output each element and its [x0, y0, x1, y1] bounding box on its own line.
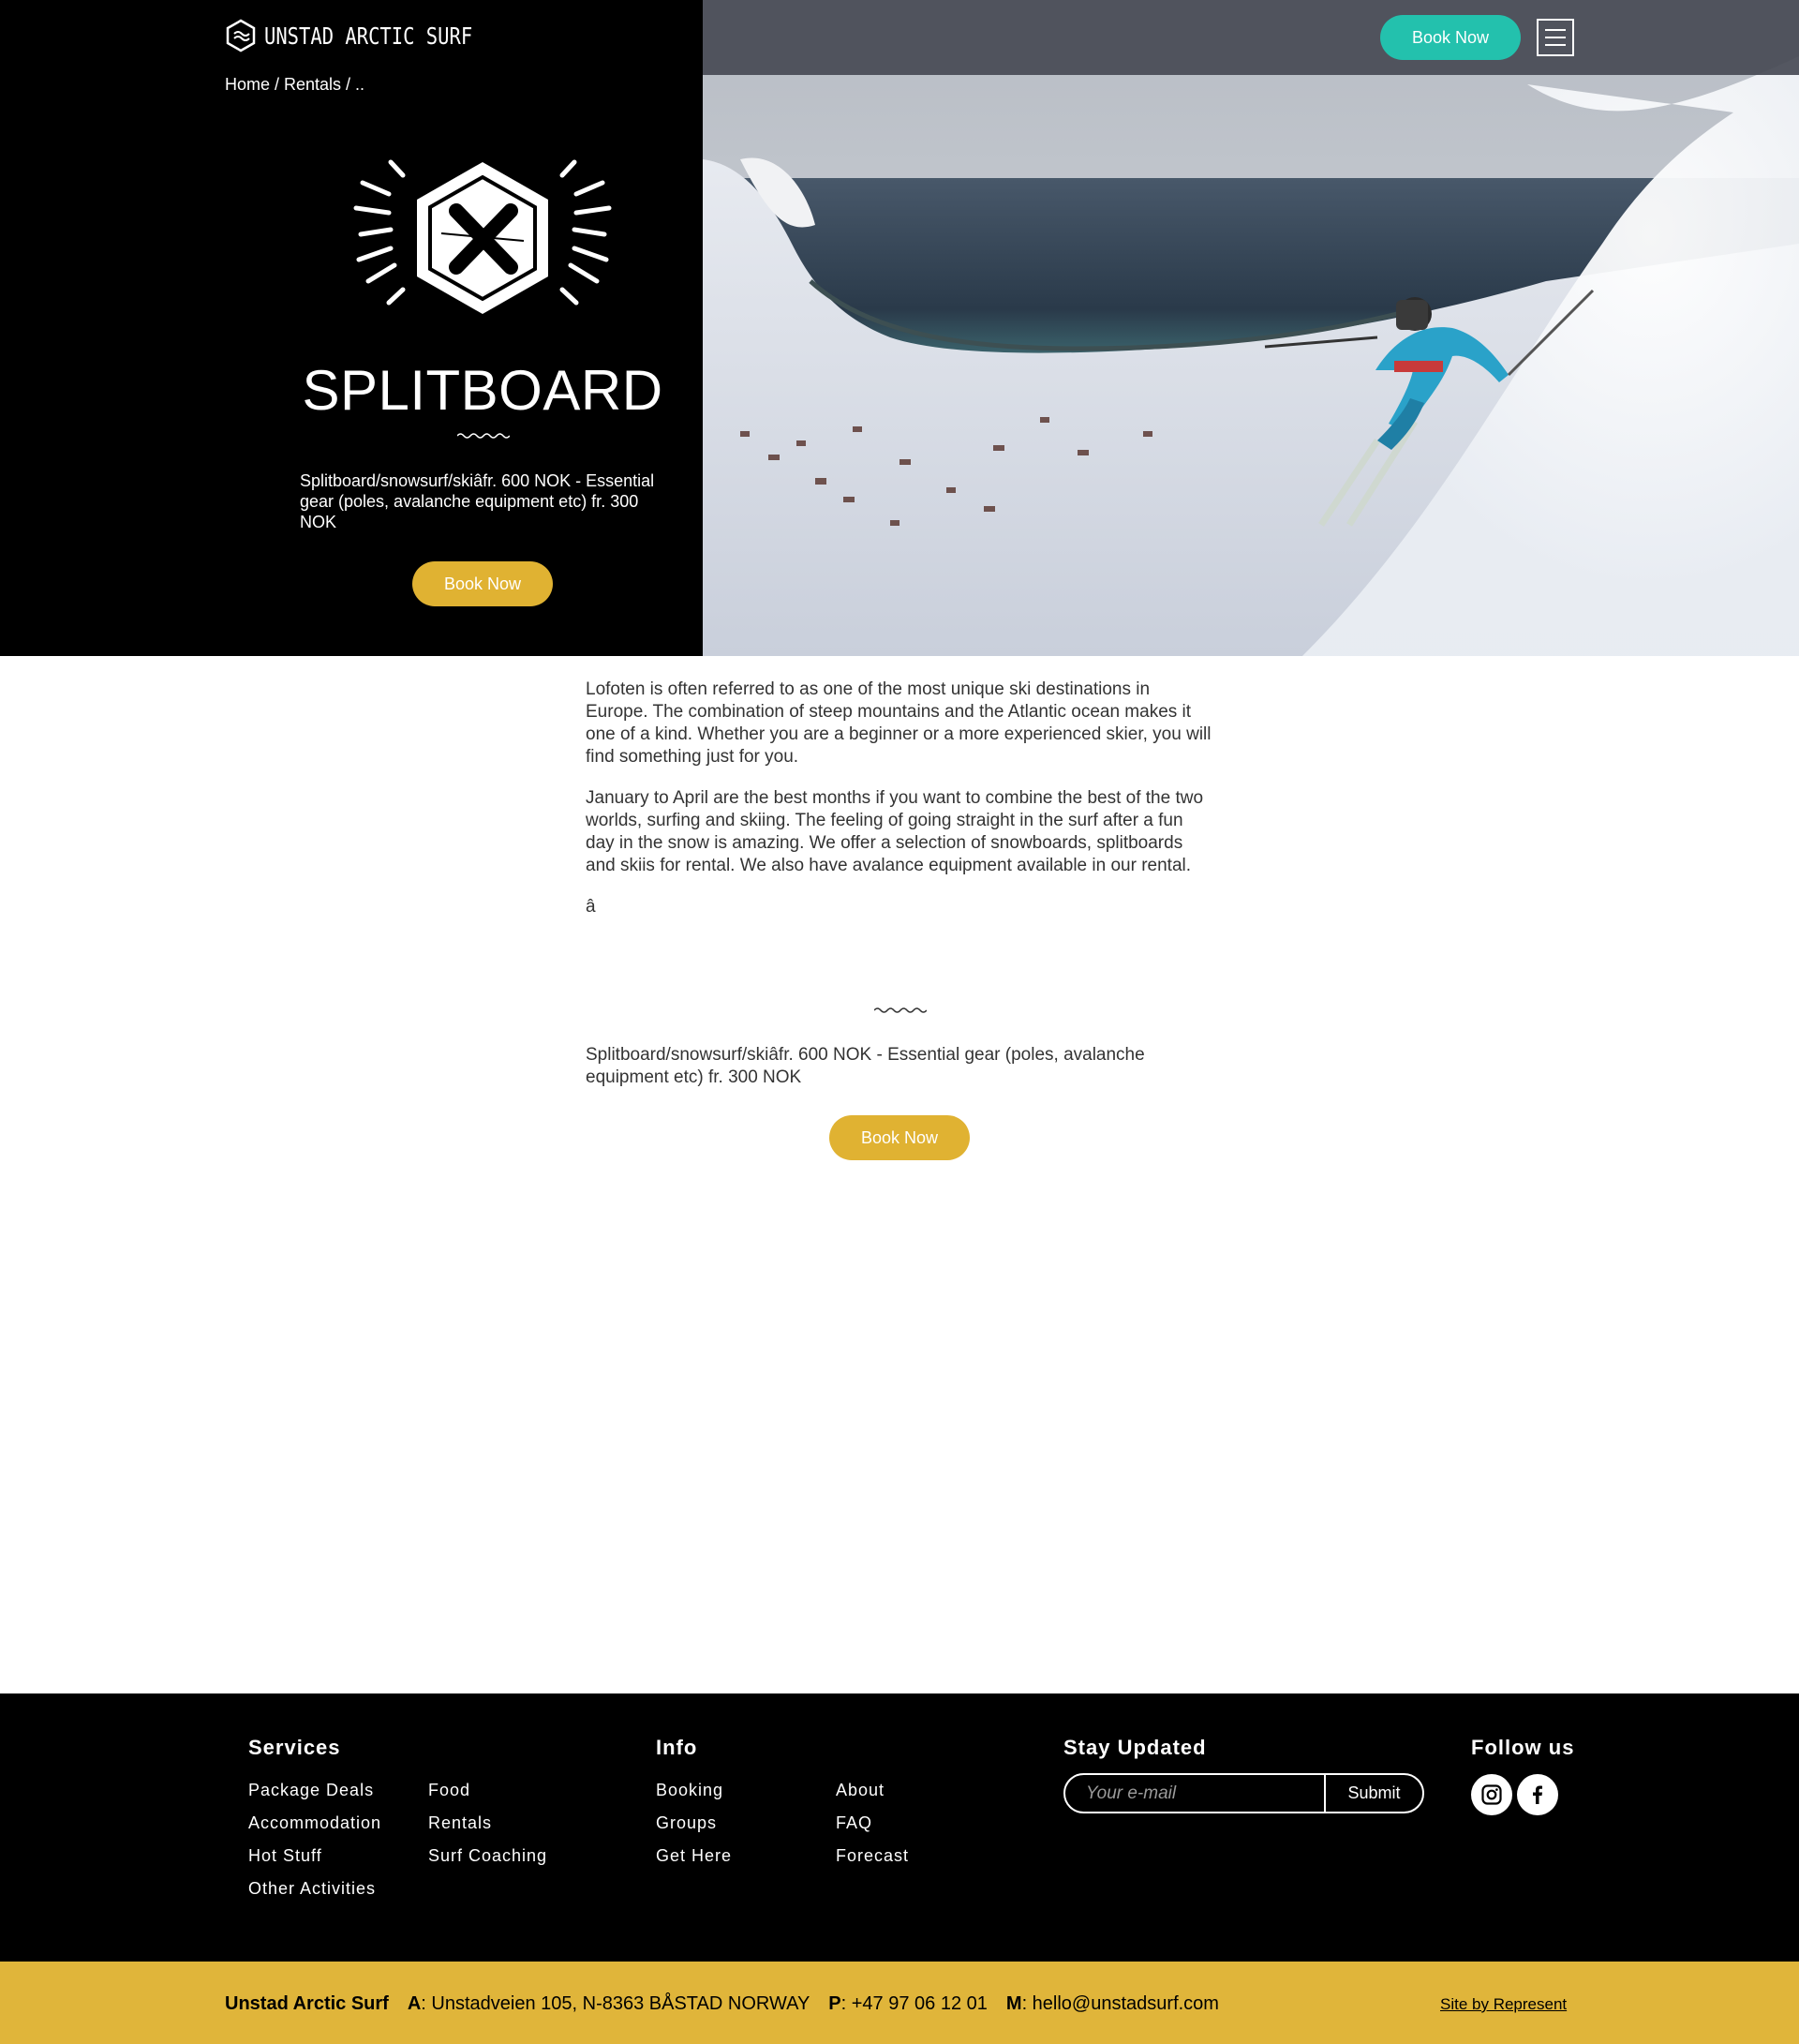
content-price-description: Splitboard/snowsurf/skiâfr. 600 NOK - Es… — [586, 1045, 1145, 1087]
phone-label: P — [828, 1993, 841, 2014]
address: : Unstadveien 105, N-8363 BÅSTAD NORWAY — [421, 1993, 810, 2014]
footer-link-food[interactable]: Food — [428, 1781, 470, 1800]
email-link[interactable]: : hello@unstadsurf.com — [1022, 1993, 1219, 2014]
phone[interactable]: : +47 97 06 12 01 — [841, 1993, 988, 2014]
wave-divider-icon — [457, 433, 510, 439]
contact-line: Unstad Arctic Surf A: Unstadveien 105, N-… — [225, 1993, 1219, 2015]
footer-link-faq[interactable]: FAQ — [836, 1813, 872, 1833]
page-title: SPLITBOARD — [302, 359, 663, 422]
menu-hamburger-icon[interactable] — [1537, 19, 1574, 56]
footer-link-get-here[interactable]: Get Here — [656, 1846, 732, 1866]
company-name: Unstad Arctic Surf — [225, 1993, 389, 2014]
footer-link-rentals[interactable]: Rentals — [428, 1813, 492, 1833]
mail-label: M — [1005, 1993, 1022, 2014]
content-wave-divider-icon — [874, 1007, 927, 1013]
footer-link-booking[interactable]: Booking — [656, 1781, 723, 1800]
hero-price-description: Splitboard/snowsurf/skiâfr. 600 NOK - Es… — [300, 471, 655, 531]
logo-text: UNSTAD ARCTIC SURF — [264, 22, 473, 50]
footer-link-forecast[interactable]: Forecast — [836, 1846, 909, 1866]
footer-link-hot-stuff[interactable]: Hot Stuff — [248, 1846, 322, 1866]
hero-panel — [0, 0, 703, 656]
breadcrumb[interactable]: Home / Rentals / .. — [225, 75, 364, 95]
newsletter-heading: Stay Updated — [1063, 1736, 1207, 1759]
footer-link-package-deals[interactable]: Package Deals — [248, 1781, 374, 1800]
season-paragraph: January to April are the best months if … — [586, 788, 1204, 875]
services-heading: Services — [248, 1736, 341, 1759]
extra-paragraph: â — [586, 897, 596, 917]
content-book-now-button[interactable]: Book Now — [829, 1115, 970, 1160]
bottom-bar: Unstad Arctic Surf A: Unstadveien 105, N-… — [0, 1962, 1799, 2044]
logo-hexagon-icon — [226, 19, 256, 52]
hero-photo — [703, 0, 1799, 656]
footer-link-other-activities[interactable]: Other Activities — [248, 1879, 376, 1899]
footer-link-about[interactable]: About — [836, 1781, 885, 1800]
footer: Services Package Deals Accommodation Hot… — [0, 1693, 1799, 1962]
info-heading: Info — [656, 1736, 698, 1759]
footer-link-surf-coaching[interactable]: Surf Coaching — [428, 1846, 547, 1866]
site-credit-link[interactable]: Site by Represent — [1440, 1995, 1567, 2014]
hero-book-now-button[interactable]: Book Now — [412, 561, 553, 606]
footer-link-groups[interactable]: Groups — [656, 1813, 717, 1833]
hero-section: UNSTAD ARCTIC SURF Home / Rentals / .. B… — [0, 0, 1799, 656]
ski-badge-icon — [353, 159, 612, 314]
header-bar — [703, 0, 1799, 75]
intro-paragraph: Lofoten is often referred to as one of t… — [586, 679, 1212, 767]
follow-heading: Follow us — [1471, 1736, 1575, 1759]
address-label: A — [407, 1993, 422, 2014]
footer-link-accommodation[interactable]: Accommodation — [248, 1813, 381, 1833]
submit-button[interactable]: Submit — [1324, 1775, 1422, 1812]
main-content: Lofoten is often referred to as one of t… — [586, 679, 1213, 937]
facebook-icon[interactable] — [1517, 1774, 1558, 1815]
site-logo[interactable]: UNSTAD ARCTIC SURF — [225, 19, 518, 52]
email-input[interactable] — [1065, 1775, 1324, 1812]
instagram-icon[interactable] — [1471, 1774, 1512, 1815]
newsletter-form: Submit — [1063, 1773, 1424, 1813]
header-book-now-button[interactable]: Book Now — [1380, 15, 1521, 60]
